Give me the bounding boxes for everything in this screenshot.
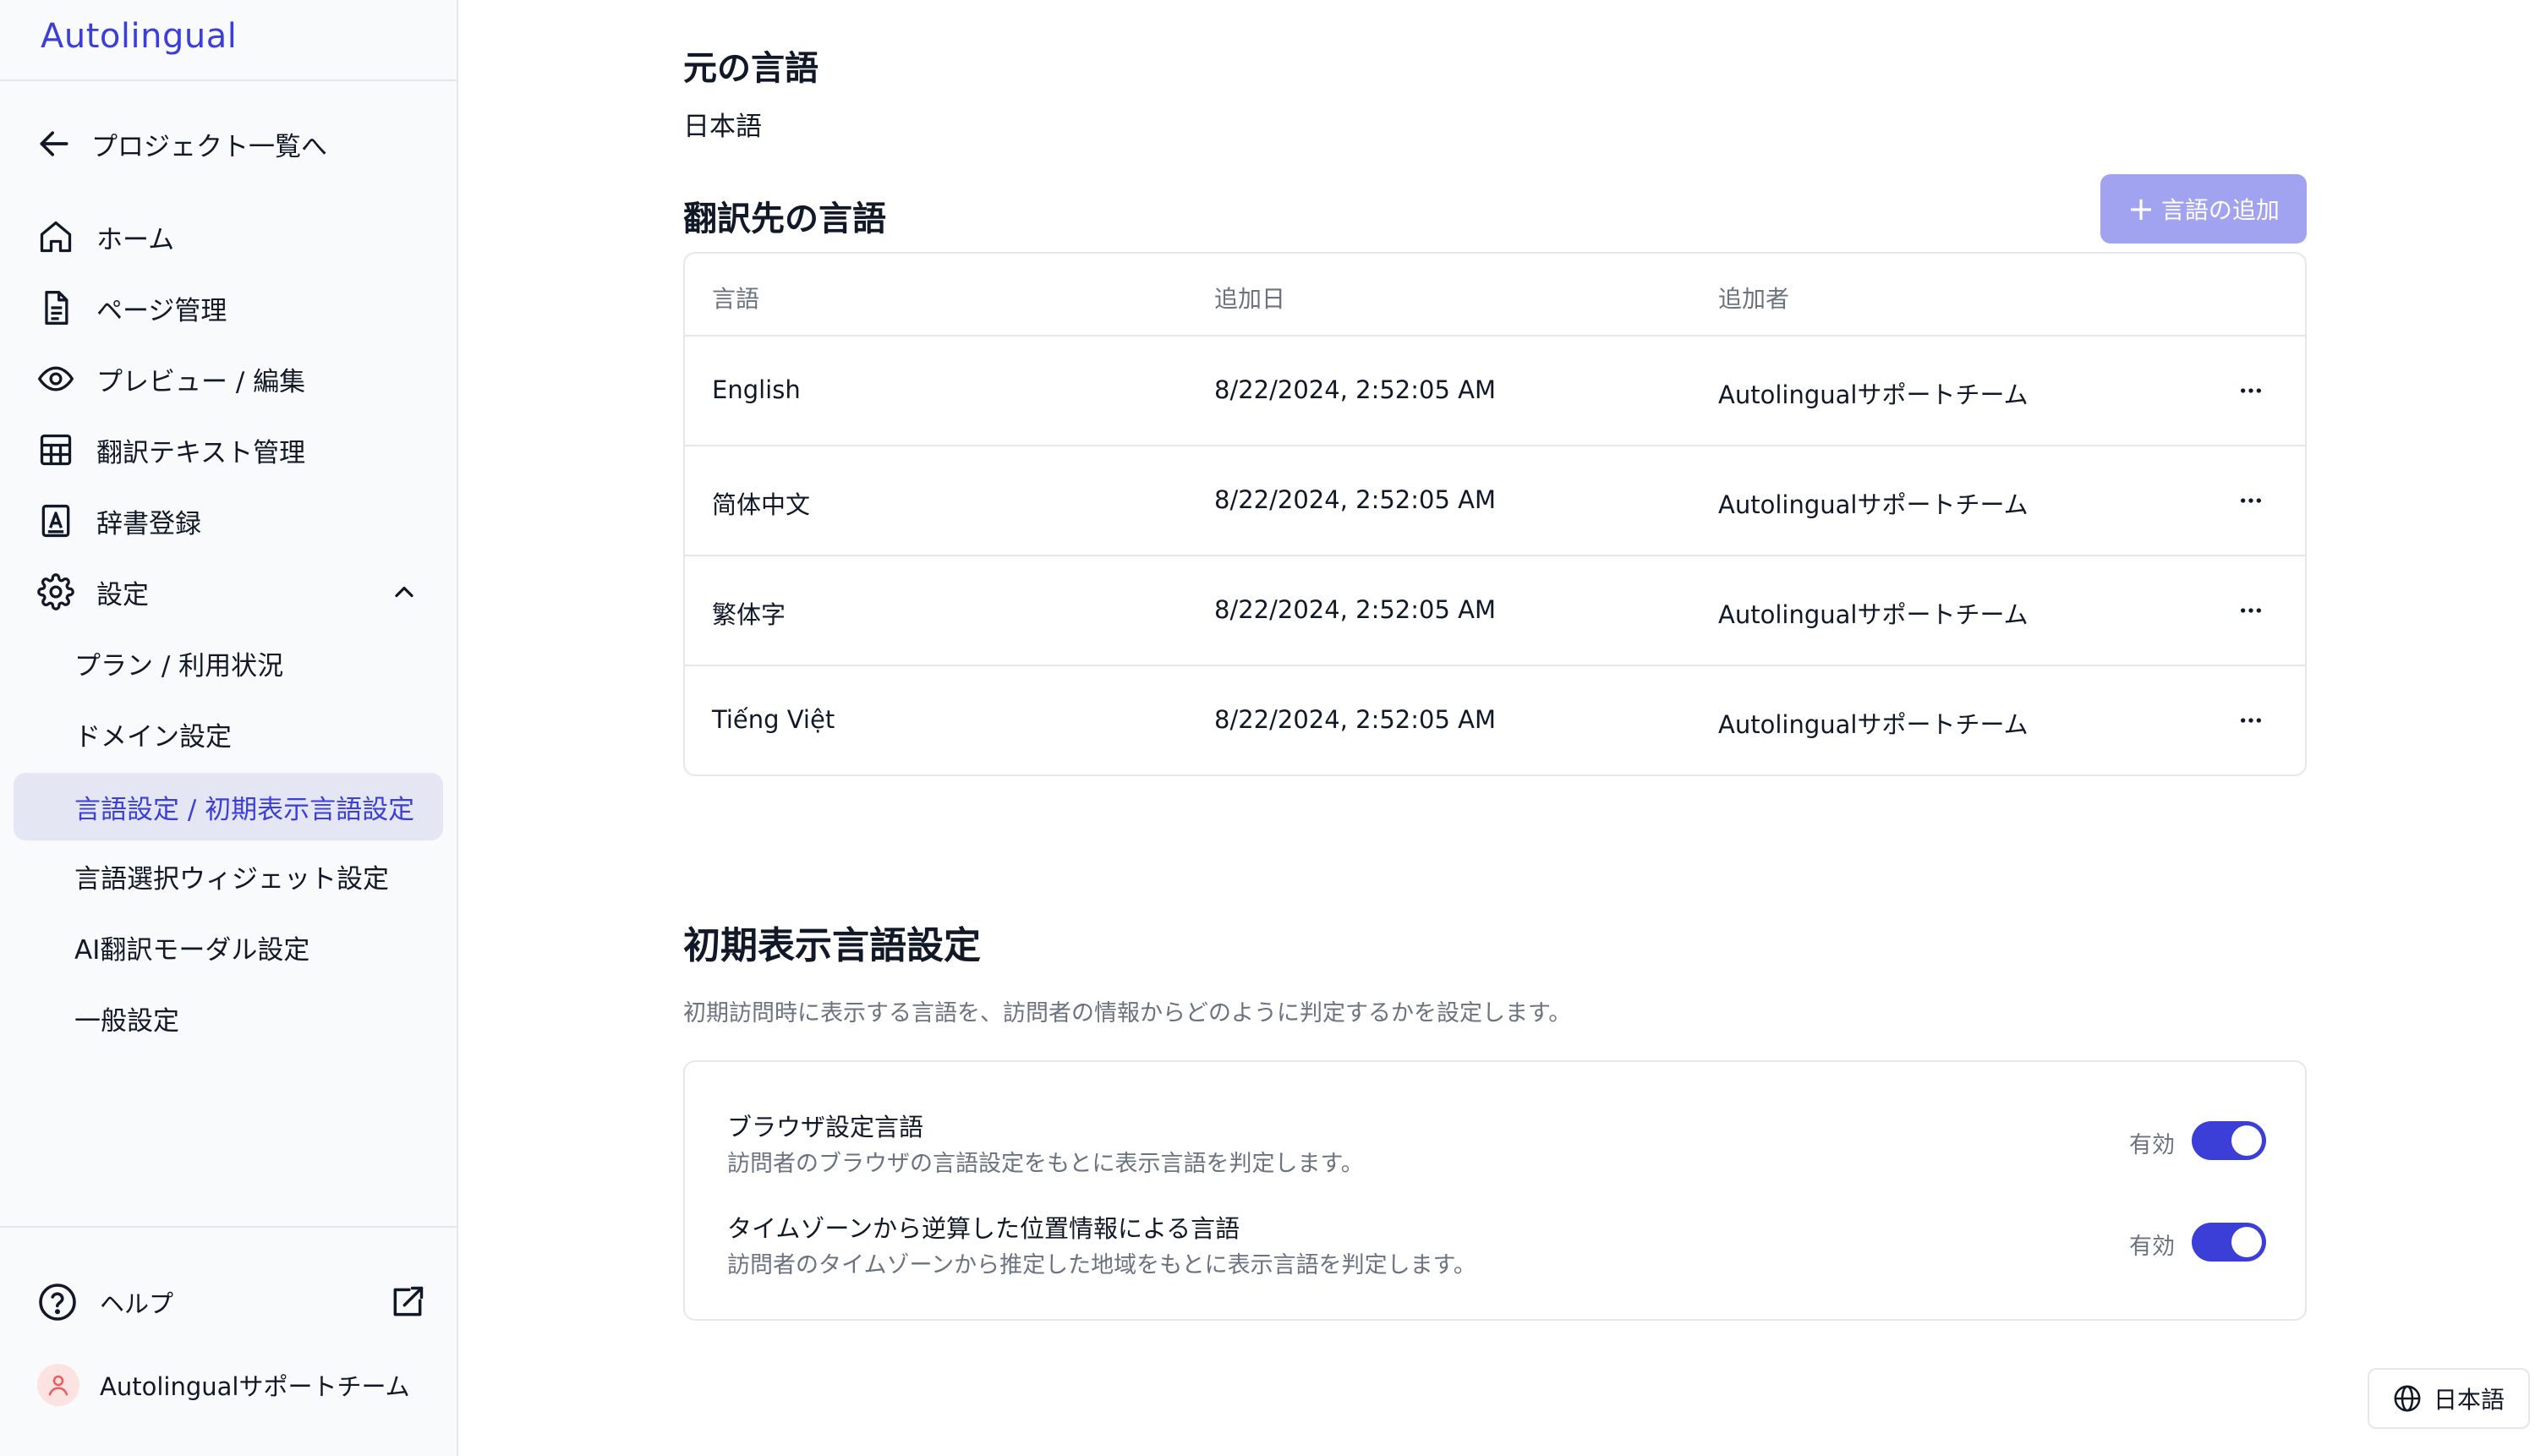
- globe-icon: [2394, 1385, 2421, 1412]
- sidebar-subitem-domain-settings[interactable]: ドメイン設定: [14, 700, 443, 768]
- plus-icon: +: [2127, 190, 2154, 227]
- user-name: Autolingualサポートチーム: [100, 1372, 410, 1401]
- option-title: タイムゾーンから逆算した位置情報による言語: [727, 1214, 1240, 1243]
- help-label: ヘルプ: [100, 1289, 174, 1318]
- option-title: ブラウザ設定言語: [727, 1113, 924, 1141]
- source-language-value: 日本語: [683, 112, 762, 142]
- sidebar-item-settings[interactable]: 設定: [14, 558, 443, 626]
- sidebar-subitem-language-settings[interactable]: 言語設定 / 初期表示言語設定: [14, 773, 443, 840]
- toggle-label: 有効: [2129, 1234, 2175, 1260]
- initial-display-options-card: ブラウザ設定言語 訪問者のブラウザの言語設定をもとに表示言語を判定します。 有効…: [683, 1060, 2307, 1321]
- target-languages-table: 言語 追加日 追加者 English 8/22/2024, 2:52:05 AM…: [683, 252, 2307, 776]
- more-options-icon[interactable]: [2234, 594, 2268, 627]
- added-by-cell: Autolingualサポートチーム: [1718, 380, 2029, 409]
- more-options-icon[interactable]: [2234, 484, 2268, 517]
- table-row: English 8/22/2024, 2:52:05 AM Autolingua…: [685, 337, 2305, 446]
- language-switcher-label: 日本語: [2433, 1386, 2505, 1414]
- sidebar-subitem-widget-settings[interactable]: 言語選択ウィジェット設定: [14, 842, 443, 910]
- language-cell: English: [712, 375, 801, 404]
- sidebar-subitem-ai-modal-settings[interactable]: AI翻訳モーダル設定: [14, 913, 443, 981]
- added-date-cell: 8/22/2024, 2:52:05 AM: [1214, 595, 1497, 624]
- sidebar-item-translation-text[interactable]: 翻訳テキスト管理: [14, 416, 443, 484]
- chevron-up-icon[interactable]: [389, 577, 419, 607]
- added-by-cell: Autolingualサポートチーム: [1718, 600, 2029, 629]
- back-label: プロジェクト一覧へ: [91, 131, 327, 162]
- add-language-label: 言語の追加: [2160, 196, 2280, 224]
- sidebar: Autolingual プロジェクト一覧へ ホーム ページ管理 プレビュー / …: [0, 0, 458, 1456]
- column-header-added-by: 追加者: [1718, 285, 1790, 313]
- back-to-projects-link[interactable]: プロジェクト一覧へ: [14, 110, 443, 178]
- external-link-icon: [393, 1286, 424, 1316]
- column-header-added-date: 追加日: [1214, 285, 1286, 313]
- table-icon: [36, 430, 76, 470]
- more-options-icon[interactable]: [2234, 703, 2268, 737]
- toggle-label: 有効: [2129, 1132, 2175, 1158]
- help-link[interactable]: ヘルプ: [37, 1280, 426, 1324]
- gear-icon: [36, 572, 76, 612]
- add-language-button[interactable]: + 言語の追加: [2100, 174, 2307, 244]
- sidebar-item-pages[interactable]: ページ管理: [14, 274, 443, 342]
- home-icon: [36, 216, 76, 257]
- toggle-knob: [2231, 1125, 2262, 1156]
- language-switcher[interactable]: 日本語: [2368, 1368, 2530, 1429]
- added-by-cell: Autolingualサポートチーム: [1718, 490, 2029, 519]
- toggle-knob: [2231, 1227, 2262, 1257]
- help-circle-icon: [39, 1284, 76, 1321]
- dictionary-icon: [36, 501, 76, 541]
- language-cell: 简体中文: [712, 490, 811, 519]
- table-header: 言語 追加日 追加者: [685, 254, 2305, 337]
- divider: [0, 79, 457, 81]
- column-header-language: 言語: [712, 285, 760, 313]
- option-description: 訪問者のタイムゾーンから推定した地域をもとに表示言語を判定します。: [727, 1252, 1476, 1278]
- sidebar-item-label: 設定: [96, 579, 149, 610]
- browser-language-toggle[interactable]: [2192, 1121, 2266, 1160]
- sidebar-item-label: 翻訳テキスト管理: [96, 437, 306, 468]
- table-row: 简体中文 8/22/2024, 2:52:05 AM Autolingualサポ…: [685, 446, 2305, 556]
- initial-display-heading: 初期表示言語設定: [683, 924, 981, 967]
- table-row: Tiếng Việt 8/22/2024, 2:52:05 AM Autolin…: [685, 666, 2305, 775]
- added-date-cell: 8/22/2024, 2:52:05 AM: [1214, 705, 1497, 734]
- document-icon: [36, 287, 76, 328]
- target-languages-heading: 翻訳先の言語: [683, 200, 886, 238]
- arrow-left-icon: [34, 123, 74, 164]
- sidebar-item-label: ページ管理: [96, 295, 227, 326]
- user-icon: [48, 1375, 68, 1396]
- source-language-heading: 元の言語: [683, 49, 819, 88]
- divider: [0, 1226, 457, 1228]
- sidebar-subitem-general-settings[interactable]: 一般設定: [14, 984, 443, 1052]
- sidebar-item-dictionary[interactable]: 辞書登録: [14, 487, 443, 555]
- timezone-language-toggle[interactable]: [2192, 1223, 2266, 1262]
- language-cell: Tiếng Việt: [712, 705, 835, 734]
- initial-display-description: 初期訪問時に表示する言語を、訪問者の情報からどのように判定するかを設定します。: [683, 1000, 1572, 1026]
- added-date-cell: 8/22/2024, 2:52:05 AM: [1214, 485, 1497, 514]
- table-row: 繁体字 8/22/2024, 2:52:05 AM Autolingualサポー…: [685, 556, 2305, 666]
- option-description: 訪問者のブラウザの言語設定をもとに表示言語を判定します。: [727, 1151, 1364, 1177]
- sidebar-item-home[interactable]: ホーム: [14, 203, 443, 271]
- user-profile[interactable]: Autolingualサポートチーム: [37, 1361, 410, 1409]
- avatar: [37, 1364, 79, 1406]
- sidebar-item-preview-edit[interactable]: プレビュー / 編集: [14, 345, 443, 413]
- eye-icon: [36, 359, 76, 399]
- sidebar-item-label: 辞書登録: [96, 508, 201, 539]
- brand-logo[interactable]: Autolingual: [41, 17, 237, 56]
- language-cell: 繁体字: [712, 600, 786, 629]
- sidebar-item-label: ホーム: [96, 224, 175, 255]
- sidebar-subitem-plan-usage[interactable]: プラン / 利用状況: [14, 629, 443, 697]
- added-by-cell: Autolingualサポートチーム: [1718, 710, 2029, 739]
- added-date-cell: 8/22/2024, 2:52:05 AM: [1214, 375, 1497, 404]
- sidebar-item-label: プレビュー / 編集: [96, 366, 306, 397]
- more-options-icon[interactable]: [2234, 374, 2268, 408]
